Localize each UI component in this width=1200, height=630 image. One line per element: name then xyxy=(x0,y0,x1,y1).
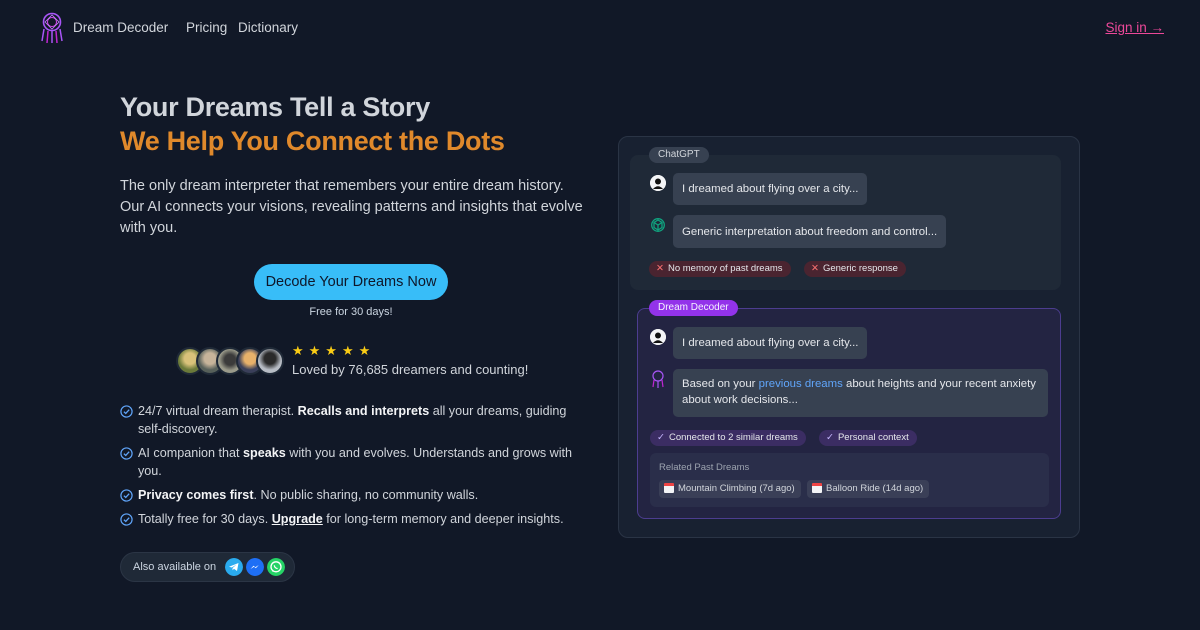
feature-text: . No public sharing, no community walls. xyxy=(253,488,479,502)
top-nav: Dream Decoder Pricing Dictionary Sign in… xyxy=(0,0,1200,56)
chatgpt-tag: ChatGPT xyxy=(649,147,709,163)
chip-label: Balloon Ride (14d ago) xyxy=(826,483,924,494)
badge-label: Generic response xyxy=(822,263,898,274)
badge-label: Personal context xyxy=(837,432,909,443)
nav-link-dictionary[interactable]: Dictionary xyxy=(238,20,298,35)
feature-text: Totally free for 30 days. xyxy=(138,512,272,526)
reply-text: Based on your xyxy=(682,378,759,390)
badge-check-icon xyxy=(120,513,133,526)
messenger-icon[interactable] xyxy=(246,558,265,576)
hero-subtitle: We Help You Connect the Dots xyxy=(120,126,505,156)
feature-item: Privacy comes first. No public sharing, … xyxy=(120,486,590,504)
decoder-reply: Based on your previous dreams about heig… xyxy=(673,369,1048,417)
no-memory-badge: ✕ No memory of past dreams xyxy=(649,261,791,277)
previous-dreams-link[interactable]: previous dreams xyxy=(759,378,843,390)
check-icon: ✓ xyxy=(826,432,834,443)
feature-text: for long-term memory and deeper insights… xyxy=(322,512,564,526)
personal-context-badge: ✓ Personal context xyxy=(819,430,917,446)
badge-label: No memory of past dreams xyxy=(667,263,783,274)
feature-item: Totally free for 30 days. Upgrade for lo… xyxy=(120,510,590,528)
feature-item: AI companion that speaks with you and ev… xyxy=(120,444,590,480)
calendar-icon xyxy=(664,483,674,493)
chatgpt-user-message: I dreamed about flying over a city... xyxy=(673,173,868,205)
user-avatar-icon xyxy=(650,329,666,345)
available-on-bar: Also available on xyxy=(120,552,295,582)
whatsapp-icon[interactable] xyxy=(267,558,286,576)
related-dream-chip[interactable]: Mountain Climbing (7d ago) xyxy=(659,480,801,498)
feature-text: AI companion that xyxy=(138,446,244,460)
feature-list: 24/7 virtual dream therapist. Recalls an… xyxy=(120,402,590,534)
decode-dreams-button[interactable]: Decode Your Dreams Now xyxy=(254,264,448,300)
user-avatar-icon xyxy=(650,175,666,191)
dreamcatcher-logo-icon[interactable] xyxy=(38,12,66,44)
related-dreams-title: Related Past Dreams xyxy=(659,462,750,473)
check-icon: ✓ xyxy=(657,432,665,443)
generic-response-badge: ✕ Generic response xyxy=(804,261,906,277)
nav-link-pricing[interactable]: Pricing xyxy=(186,20,227,35)
cta-subtext: Free for 30 days! xyxy=(309,306,393,318)
available-on-label: Also available on xyxy=(133,561,217,573)
sign-in-link[interactable]: Sign in → xyxy=(1105,20,1164,35)
rating-stars: ★★★★★ xyxy=(292,343,376,358)
badge-check-icon xyxy=(120,405,133,418)
feature-emphasis: speaks xyxy=(243,446,286,460)
badge-check-icon xyxy=(120,447,133,460)
dreamcatcher-icon xyxy=(652,370,664,388)
hero-title: Your Dreams Tell a Story xyxy=(120,92,430,122)
badge-check-icon xyxy=(120,489,133,502)
related-dream-chip[interactable]: Balloon Ride (14d ago) xyxy=(807,480,930,498)
avatar xyxy=(256,347,284,375)
upgrade-link[interactable]: Upgrade xyxy=(272,512,323,526)
x-icon: ✕ xyxy=(811,263,819,274)
decoder-user-message: I dreamed about flying over a city... xyxy=(673,327,868,359)
x-icon: ✕ xyxy=(656,263,664,274)
feature-item: 24/7 virtual dream therapist. Recalls an… xyxy=(120,402,590,438)
connected-dreams-badge: ✓ Connected to 2 similar dreams xyxy=(650,430,806,446)
badge-label: Connected to 2 similar dreams xyxy=(668,432,798,443)
user-avatars xyxy=(176,347,284,375)
calendar-icon xyxy=(812,483,822,493)
chatgpt-reply: Generic interpretation about freedom and… xyxy=(673,215,947,248)
feature-text: 24/7 virtual dream therapist. xyxy=(138,404,298,418)
chip-label: Mountain Climbing (7d ago) xyxy=(678,483,795,494)
feature-emphasis: Recalls and interprets xyxy=(297,404,430,418)
social-proof-text: Loved by 76,685 dreamers and counting! xyxy=(292,362,529,377)
telegram-icon[interactable] xyxy=(225,558,244,576)
brand-name[interactable]: Dream Decoder xyxy=(73,20,168,35)
feature-emphasis: Privacy comes first xyxy=(138,488,254,502)
hero-description: The only dream interpreter that remember… xyxy=(120,178,583,236)
openai-icon xyxy=(651,218,665,232)
dream-decoder-tag: Dream Decoder xyxy=(649,300,738,316)
